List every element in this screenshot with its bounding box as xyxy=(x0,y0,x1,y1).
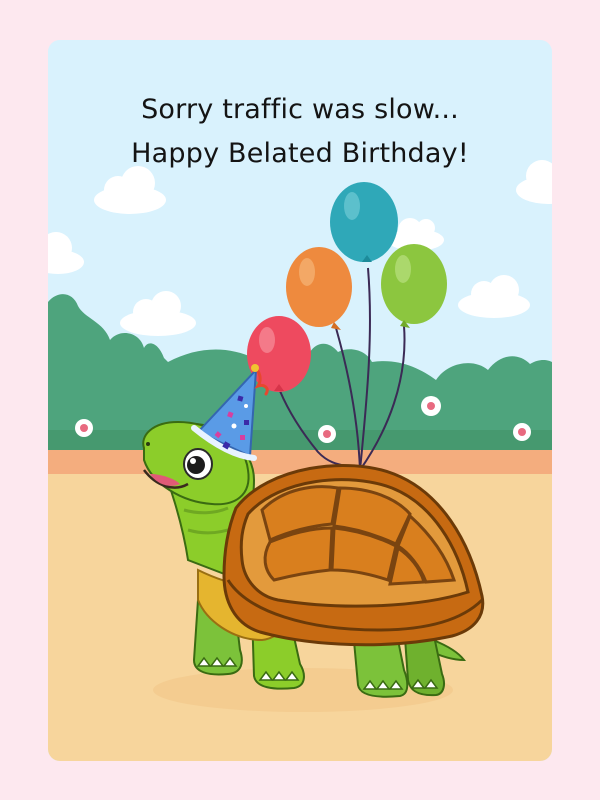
greeting-card: Sorry traffic was slow... Happy Belated … xyxy=(48,40,552,761)
balloon-teal xyxy=(330,182,398,262)
balloon-red xyxy=(247,316,311,392)
greeting-line-2: Happy Belated Birthday! xyxy=(131,138,469,169)
greeting-text: Sorry traffic was slow... Happy Belated … xyxy=(48,88,552,176)
greeting-line-1: Sorry traffic was slow... xyxy=(141,94,459,125)
flower-icon xyxy=(513,423,531,441)
flower-icon xyxy=(421,396,441,416)
flower-icon xyxy=(75,419,93,437)
hedge-shadow xyxy=(48,430,552,450)
flower-icon xyxy=(318,425,336,443)
